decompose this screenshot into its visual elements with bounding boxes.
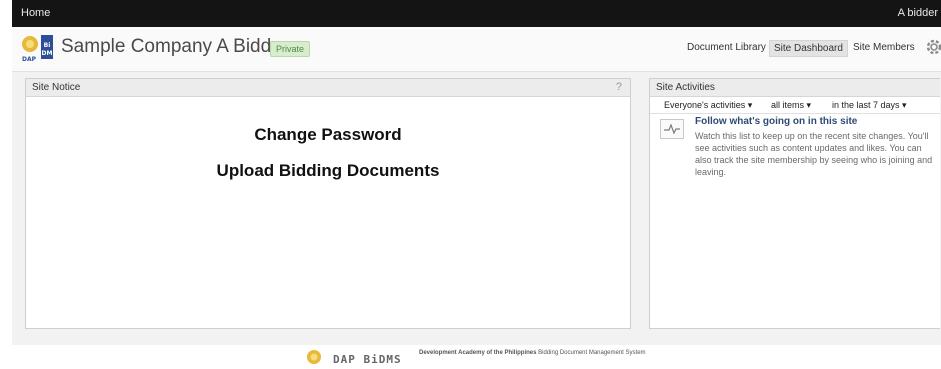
site-title[interactable]: Sample Company A Bidder — [61, 36, 288, 58]
gear-icon[interactable] — [925, 38, 941, 56]
upload-bidding-documents-link[interactable]: Upload Bidding Documents — [26, 161, 630, 181]
filter-items-dropdown[interactable]: all items ▾ — [771, 100, 811, 111]
help-icon[interactable]: ? — [616, 79, 622, 96]
nav-document-library[interactable]: Document Library — [683, 40, 770, 55]
site-notice-title-bar: Site Notice ? — [26, 79, 630, 97]
footer: DAP BiDMS Development Academy of the Phi… — [12, 345, 941, 369]
change-password-link[interactable]: Change Password — [26, 125, 630, 145]
nav-site-dashboard[interactable]: Site Dashboard — [769, 40, 848, 57]
filter-activities-dropdown[interactable]: Everyone's activities ▾ — [664, 100, 752, 111]
site-activities-title: Site Activities — [656, 82, 715, 93]
site-activities-title-bar: Site Activities — [650, 79, 940, 97]
user-menu[interactable]: A bidder — [898, 7, 938, 19]
site-header: Bi DM DAP Sample Company A Bidder Privat… — [12, 27, 941, 72]
dashboard-canvas: Site Notice ? Change Password Upload Bid… — [12, 72, 941, 345]
svg-text:DM: DM — [42, 50, 53, 57]
home-link[interactable]: Home — [21, 7, 50, 19]
activity-pulse-icon — [660, 119, 684, 139]
svg-text:Bi: Bi — [44, 42, 51, 49]
dap-logo-icon — [307, 350, 321, 364]
activities-body: Watch this list to keep up on the recent… — [695, 131, 933, 177]
activities-heading: Follow what's going on in this site — [695, 116, 858, 127]
left-border — [0, 0, 12, 369]
privacy-badge: Private — [270, 41, 311, 57]
site-notice-dashlet: Site Notice ? Change Password Upload Bid… — [25, 78, 631, 329]
filter-range-dropdown[interactable]: in the last 7 days ▾ — [832, 100, 907, 111]
svg-text:DAP: DAP — [22, 56, 37, 63]
footer-org-text: Development Academy of the Philippines B… — [419, 350, 646, 356]
activity-filter-bar: Everyone's activities ▾ all items ▾ in t… — [650, 97, 940, 114]
site-notice-title: Site Notice — [32, 82, 81, 93]
footer-logo-text: DAP BiDMS — [333, 353, 402, 366]
nav-site-members[interactable]: Site Members — [849, 40, 919, 55]
top-bar: Home A bidder — [12, 0, 941, 27]
bidms-logo-icon: Bi DM DAP — [22, 35, 53, 63]
site-activities-dashlet: Site Activities Everyone's activities ▾ … — [649, 78, 940, 329]
